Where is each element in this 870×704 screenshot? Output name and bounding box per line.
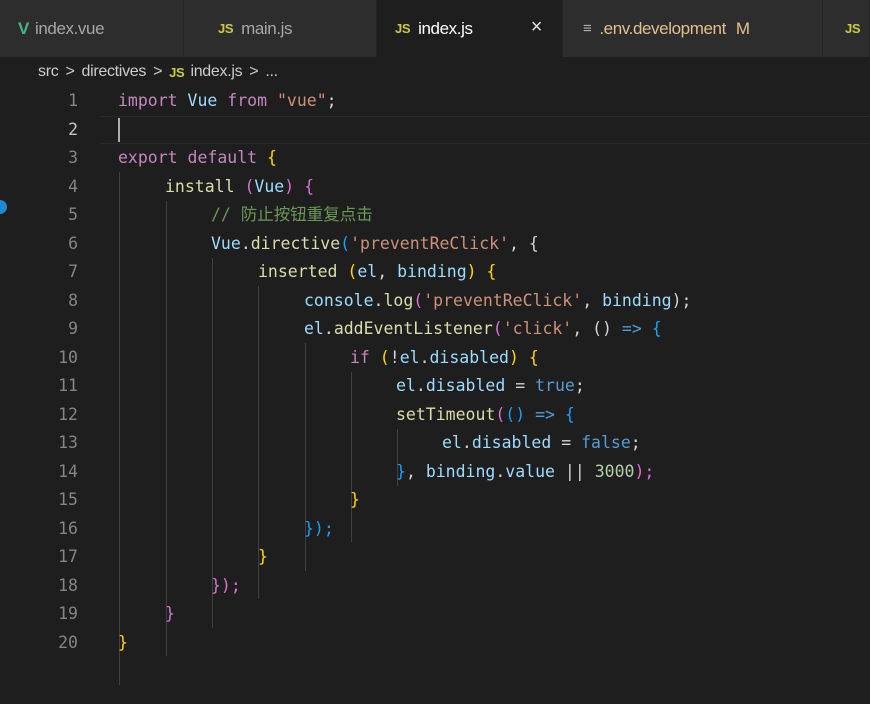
tab-label: main.js [241,18,293,38]
breadcrumb-separator: > [153,63,163,80]
code-line: 7 inserted (el, binding) { [0,258,870,286]
breadcrumb: src > directives > JS index.js > ... [0,57,870,87]
code-line: 3 export default { [0,144,870,172]
line-number: 18 [58,576,78,595]
line-number: 8 [68,291,78,310]
code-line: 19 } [0,600,870,628]
js-icon: JS [845,21,861,36]
tab-main-js[interactable]: JS main.js [184,0,377,57]
vue-icon: V [18,18,29,38]
code-line: 15 } [0,486,870,514]
breadcrumb-src[interactable]: src [38,63,59,81]
line-number: 11 [58,376,78,395]
code-line: 2 [0,116,870,144]
line-number: 19 [58,604,78,623]
line-number: 7 [68,262,78,281]
line-number: 16 [58,519,78,538]
breadcrumb-separator: > [65,63,75,80]
breadcrumb-symbol[interactable]: ... [265,63,278,81]
code-line: 10 if (!el.disabled) { [0,344,870,372]
editor-tab-bar: V index.vue JS main.js JS index.js × ≡ .… [0,0,870,57]
js-icon: JS [395,21,411,36]
code-line: 5 // 防止按钮重复点击 [0,201,870,229]
code-line: 13 el.disabled = false; [0,429,870,457]
line-number: 9 [68,319,78,338]
tab-env-development[interactable]: ≡ .env.development M [563,0,823,57]
code-line: 12 setTimeout(() => { [0,401,870,429]
code-line: 6 Vue.directive('preventReClick', { [0,230,870,258]
tab-overflow-js[interactable]: JS [823,0,870,57]
tab-label: index.vue [34,18,105,38]
breadcrumb-directives[interactable]: directives [81,63,146,81]
line-number: 10 [58,348,78,367]
code-line: 11 el.disabled = true; [0,372,870,400]
code-line: 1 import Vue from "vue"; [0,87,870,115]
code-line: 14 }, binding.value || 3000); [0,458,870,486]
tab-label: .env.development [599,18,726,38]
line-number: 12 [58,405,78,424]
code-line: 4 install (Vue) { [0,173,870,201]
line-number: 2 [68,120,78,139]
tab-index-vue[interactable]: V index.vue [0,0,184,57]
close-tab-icon[interactable]: × [531,16,543,39]
line-number: 4 [68,177,78,196]
code-editor[interactable]: 1 import Vue from "vue"; 2 3 export defa… [0,87,870,704]
modified-badge: M [735,18,750,38]
tab-index-js[interactable]: JS index.js × [377,0,563,57]
line-number: 20 [58,633,78,652]
code-line: 18 }); [0,572,870,600]
code-line: 20 } [0,629,870,657]
code-line: 16 }); [0,515,870,543]
js-icon: JS [218,21,234,36]
line-number: 5 [68,205,78,224]
js-icon: JS [169,64,185,80]
line-number: 3 [68,148,78,167]
line-number: 17 [58,547,78,566]
line-number: 6 [68,234,78,253]
line-number: 14 [58,462,78,481]
line-number: 15 [58,490,78,509]
breadcrumb-file[interactable]: index.js [190,63,242,81]
settings-file-icon: ≡ [583,20,592,37]
line-number: 1 [68,91,78,110]
code-line: 17 } [0,543,870,571]
tab-label: index.js [418,18,473,38]
code-line: 8 console.log('preventReClick', binding)… [0,287,870,315]
breadcrumb-separator: > [249,63,259,80]
code-line: 9 el.addEventListener('click', () => { [0,315,870,343]
line-number: 13 [58,433,78,452]
